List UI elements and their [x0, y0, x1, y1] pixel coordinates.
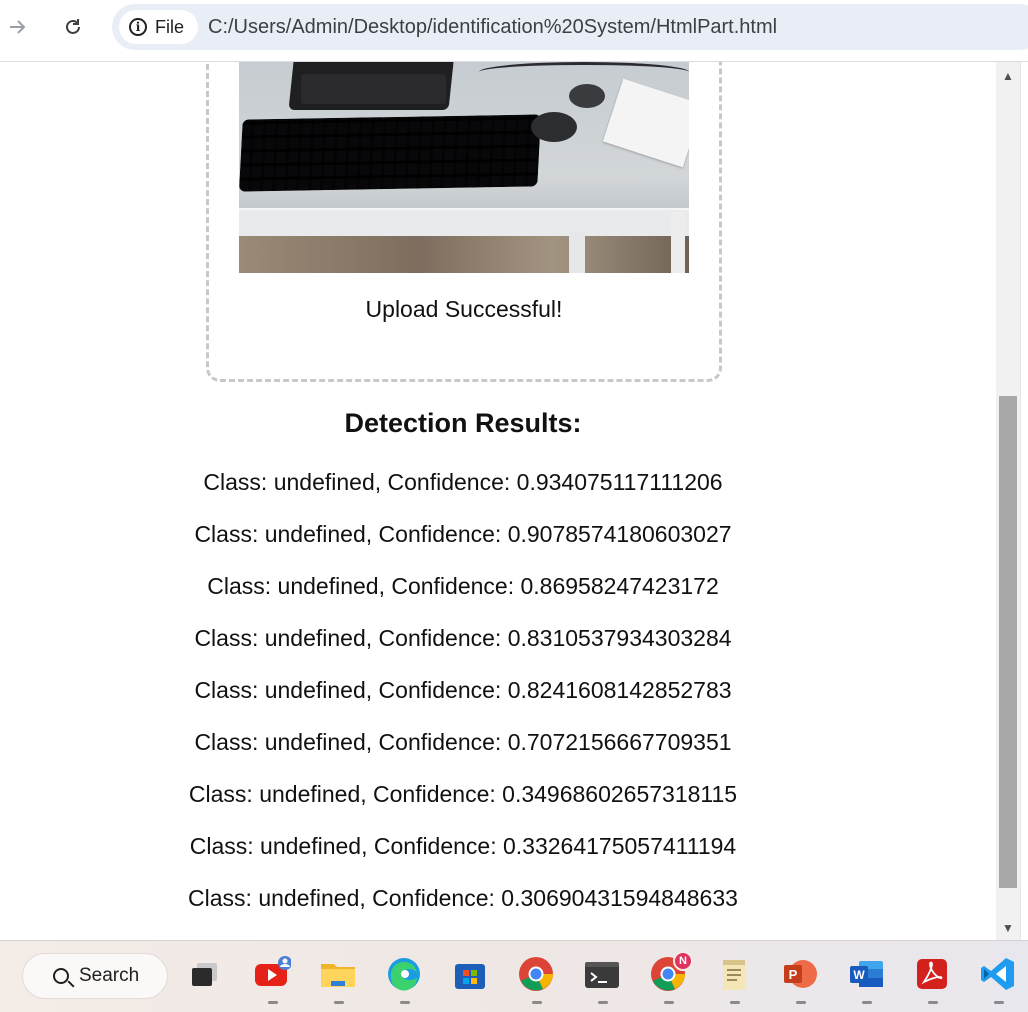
word-icon[interactable]: W: [847, 955, 885, 993]
image-paper: [602, 78, 689, 168]
page-content: Upload Successful! Detection Results: Cl…: [0, 62, 996, 940]
taskbar-indicator: [334, 1001, 344, 1004]
taskbar-indicator: [268, 1001, 278, 1004]
terminal-icon[interactable]: [583, 955, 621, 993]
task-view-icon[interactable]: [186, 955, 224, 993]
image-mouse-secondary: [569, 84, 605, 108]
image-desk-edge: [239, 208, 689, 236]
scroll-down-icon[interactable]: ▼: [996, 916, 1020, 940]
svg-text:P: P: [789, 967, 798, 982]
taskbar-indicator: [532, 1001, 542, 1004]
reload-icon[interactable]: [56, 10, 90, 44]
info-icon: i: [129, 18, 147, 36]
result-item: Class: undefined, Confidence: 0.90785741…: [194, 521, 732, 547]
result-item: Class: undefined, Confidence: 0.83105379…: [194, 625, 732, 651]
microsoft-store-icon[interactable]: [451, 955, 489, 993]
taskbar-indicator: [598, 1001, 608, 1004]
image-desk-leg-right: [671, 212, 685, 273]
result-item: Class: undefined, Confidence: 0.93407511…: [203, 469, 723, 495]
address-bar[interactable]: i File C:/Users/Admin/Desktop/identifica…: [112, 4, 1028, 50]
taskbar-indicator: [796, 1001, 806, 1004]
svg-text:W: W: [853, 968, 865, 982]
notepad-icon[interactable]: [715, 955, 753, 993]
taskbar-indicator: [400, 1001, 410, 1004]
result-item: Class: undefined, Confidence: 0.34968602…: [188, 781, 738, 807]
image-cable: [479, 62, 689, 82]
result-item: Class: undefined, Confidence: 0.82416081…: [194, 677, 732, 703]
image-desk-leg: [569, 232, 585, 273]
window-edge: [1020, 62, 1028, 940]
site-chip-label: File: [155, 16, 185, 37]
youtube-icon[interactable]: [253, 955, 291, 993]
taskbar-indicator: [730, 1001, 740, 1004]
url-text[interactable]: C:/Users/Admin/Desktop/identification%20…: [208, 16, 777, 39]
acrobat-icon[interactable]: [913, 955, 951, 993]
browser-toolbar: i File C:/Users/Admin/Desktop/identifica…: [0, 0, 1028, 62]
result-item: Class: undefined, Confidence: 0.30690431…: [188, 885, 738, 911]
taskbar-indicator: [928, 1001, 938, 1004]
taskbar-indicator: [862, 1001, 872, 1004]
taskbar-search[interactable]: Search: [22, 953, 168, 999]
upload-status-text: Upload Successful!: [365, 296, 563, 322]
result-item: Class: undefined, Confidence: 0.86958247…: [207, 573, 719, 599]
image-laptop-base: [301, 74, 446, 104]
uploaded-image: [239, 62, 689, 273]
forward-arrow-icon[interactable]: [1, 10, 35, 44]
taskbar-indicator: [664, 1001, 674, 1004]
chrome-icon[interactable]: [517, 955, 555, 993]
image-keyboard: [239, 114, 542, 192]
file-explorer-icon[interactable]: [319, 955, 357, 993]
result-item: Class: undefined, Confidence: 0.70721566…: [194, 729, 732, 755]
image-floor: [239, 236, 689, 273]
results-heading: Detection Results:: [344, 408, 582, 438]
profile-badge: N: [673, 951, 693, 971]
scroll-thumb[interactable]: [999, 396, 1017, 888]
vscode-icon[interactable]: [979, 955, 1017, 993]
image-mouse: [531, 112, 577, 142]
powerpoint-icon[interactable]: P: [781, 955, 819, 993]
taskbar: Search N P W: [0, 940, 1028, 1012]
taskbar-search-label: Search: [79, 965, 140, 986]
edge-icon[interactable]: [385, 955, 423, 993]
search-icon: [53, 968, 69, 984]
result-item: Class: undefined, Confidence: 0.33264175…: [189, 833, 737, 859]
site-info-chip[interactable]: i File: [119, 10, 199, 44]
scroll-up-icon[interactable]: ▲: [996, 64, 1020, 88]
taskbar-indicator: [994, 1001, 1004, 1004]
vertical-scrollbar[interactable]: ▲ ▼: [996, 62, 1020, 940]
